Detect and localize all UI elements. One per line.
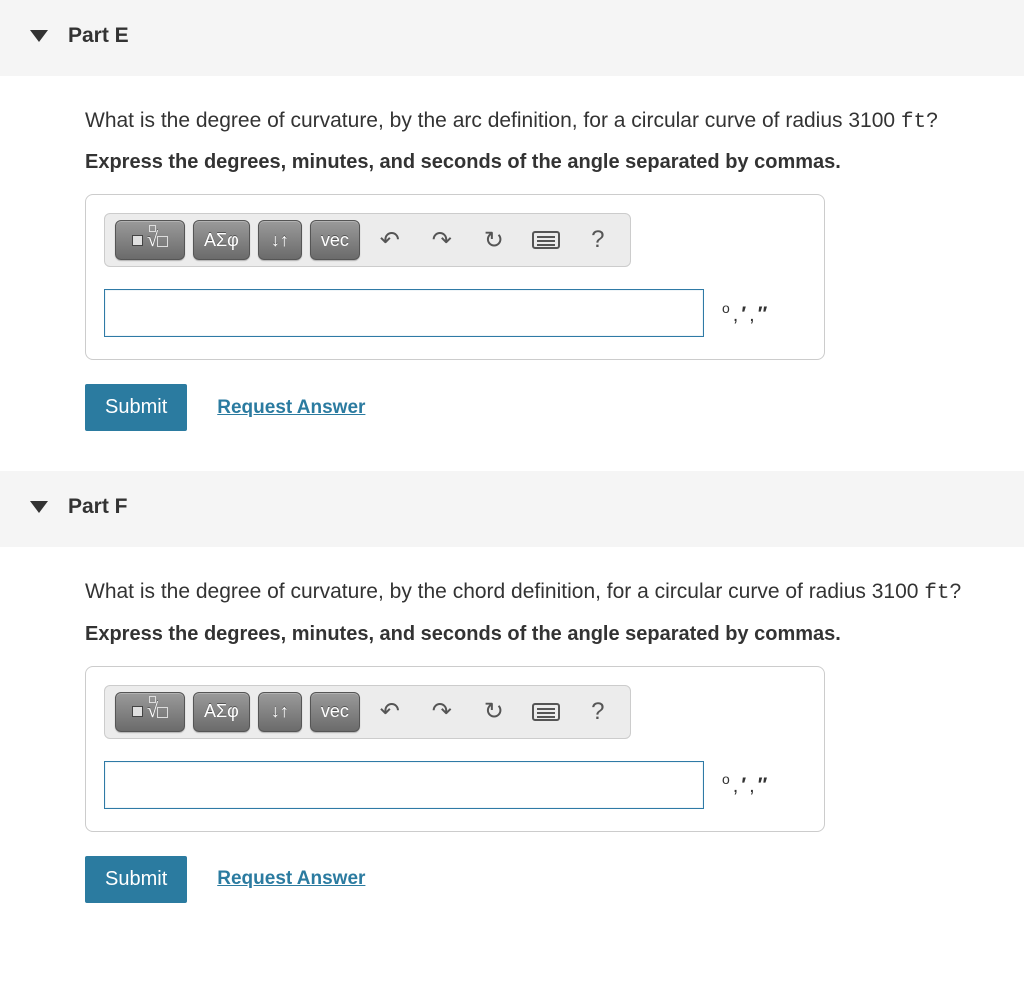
- question-text-suffix: ?: [926, 109, 938, 132]
- submit-button[interactable]: Submit: [85, 856, 187, 903]
- help-button[interactable]: ?: [576, 692, 620, 732]
- vec-button[interactable]: vec: [310, 692, 360, 732]
- answer-input[interactable]: [104, 289, 704, 337]
- part-f-header[interactable]: Part F: [0, 471, 1024, 547]
- question-text-prefix: What is the degree of curvature, by the …: [85, 580, 924, 603]
- part-e-header[interactable]: Part E: [0, 0, 1024, 76]
- greek-button[interactable]: ΑΣφ: [193, 220, 250, 260]
- redo-icon: ↷: [432, 697, 452, 726]
- redo-icon: ↷: [432, 226, 452, 255]
- equation-toolbar: √ ΑΣφ ↓↑ vec ↶ ↷ ↻ ?: [104, 685, 631, 739]
- part-e-title: Part E: [68, 24, 129, 48]
- help-button[interactable]: ?: [576, 220, 620, 260]
- help-icon: ?: [591, 226, 604, 254]
- undo-icon: ↶: [380, 697, 400, 726]
- reset-icon: ↻: [484, 226, 504, 255]
- greek-button[interactable]: ΑΣφ: [193, 692, 250, 732]
- answer-panel: √ ΑΣφ ↓↑ vec ↶ ↷ ↻ ? o,′,″: [85, 666, 825, 832]
- request-answer-link[interactable]: Request Answer: [217, 868, 365, 890]
- part-e-question: What is the degree of curvature, by the …: [85, 106, 994, 137]
- undo-button[interactable]: ↶: [368, 692, 412, 732]
- template-box-icon: [132, 706, 143, 717]
- collapse-caret-icon[interactable]: [30, 501, 48, 513]
- question-text-suffix: ?: [950, 580, 962, 603]
- action-row: Submit Request Answer: [85, 856, 994, 903]
- undo-icon: ↶: [380, 226, 400, 255]
- redo-button[interactable]: ↷: [420, 692, 464, 732]
- templates-button[interactable]: √: [115, 692, 185, 732]
- reset-button[interactable]: ↻: [472, 692, 516, 732]
- part-f-question: What is the degree of curvature, by the …: [85, 577, 994, 608]
- part-f-title: Part F: [68, 495, 128, 519]
- question-text-prefix: What is the degree of curvature, by the …: [85, 109, 901, 132]
- submit-button[interactable]: Submit: [85, 384, 187, 431]
- part-f-section: Part F What is the degree of curvature, …: [0, 471, 1024, 912]
- equation-toolbar: √ ΑΣφ ↓↑ vec ↶ ↷ ↻ ?: [104, 213, 631, 267]
- part-e-instruction: Express the degrees, minutes, and second…: [85, 151, 994, 174]
- template-box-icon: [132, 235, 143, 246]
- part-f-body: What is the degree of curvature, by the …: [0, 547, 1024, 912]
- reset-button[interactable]: ↻: [472, 220, 516, 260]
- vec-button[interactable]: vec: [310, 220, 360, 260]
- answer-input[interactable]: [104, 761, 704, 809]
- units-label: o,′,″: [722, 300, 767, 327]
- radical-icon: √: [147, 229, 168, 252]
- part-e-section: Part E What is the degree of curvature, …: [0, 0, 1024, 441]
- keyboard-button[interactable]: [524, 692, 568, 732]
- input-row: o,′,″: [104, 761, 800, 809]
- unit-ft: ft: [924, 582, 949, 605]
- units-label: o,′,″: [722, 771, 767, 798]
- answer-panel: √ ΑΣφ ↓↑ vec ↶ ↷ ↻ ? o,′,″: [85, 194, 825, 360]
- input-row: o,′,″: [104, 289, 800, 337]
- undo-button[interactable]: ↶: [368, 220, 412, 260]
- unit-ft: ft: [901, 111, 926, 134]
- help-icon: ?: [591, 698, 604, 726]
- action-row: Submit Request Answer: [85, 384, 994, 431]
- collapse-caret-icon[interactable]: [30, 30, 48, 42]
- part-e-body: What is the degree of curvature, by the …: [0, 76, 1024, 441]
- part-f-instruction: Express the degrees, minutes, and second…: [85, 623, 994, 646]
- request-answer-link[interactable]: Request Answer: [217, 397, 365, 419]
- subsup-button[interactable]: ↓↑: [258, 220, 302, 260]
- keyboard-icon: [532, 703, 560, 721]
- radical-icon: √: [147, 700, 168, 723]
- subsup-button[interactable]: ↓↑: [258, 692, 302, 732]
- keyboard-button[interactable]: [524, 220, 568, 260]
- redo-button[interactable]: ↷: [420, 220, 464, 260]
- keyboard-icon: [532, 231, 560, 249]
- templates-button[interactable]: √: [115, 220, 185, 260]
- reset-icon: ↻: [484, 697, 504, 726]
